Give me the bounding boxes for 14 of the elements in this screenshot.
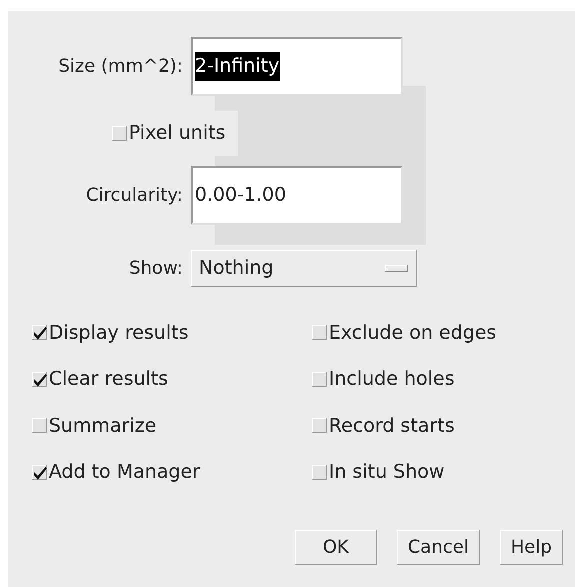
show-dropdown[interactable]: Nothing xyxy=(191,250,417,286)
show-label: Show: xyxy=(128,256,184,280)
text-field[interactable]: 2-Infinity xyxy=(191,37,403,96)
help-button[interactable]: Help xyxy=(500,530,563,564)
field-label: Circularity: xyxy=(85,184,184,208)
check-icon xyxy=(33,326,48,342)
field-label: Size (mm^2): xyxy=(58,55,184,79)
cancel-button[interactable]: Cancel xyxy=(396,530,480,564)
check-icon xyxy=(33,372,48,388)
ok-button[interactable]: OK xyxy=(294,530,377,564)
dropdown-icon xyxy=(385,264,408,272)
text-field[interactable]: 0.00-1.00 xyxy=(191,166,403,224)
check-icon xyxy=(33,466,48,481)
pixel-units-checkbox[interactable]: Pixel units xyxy=(112,111,238,156)
